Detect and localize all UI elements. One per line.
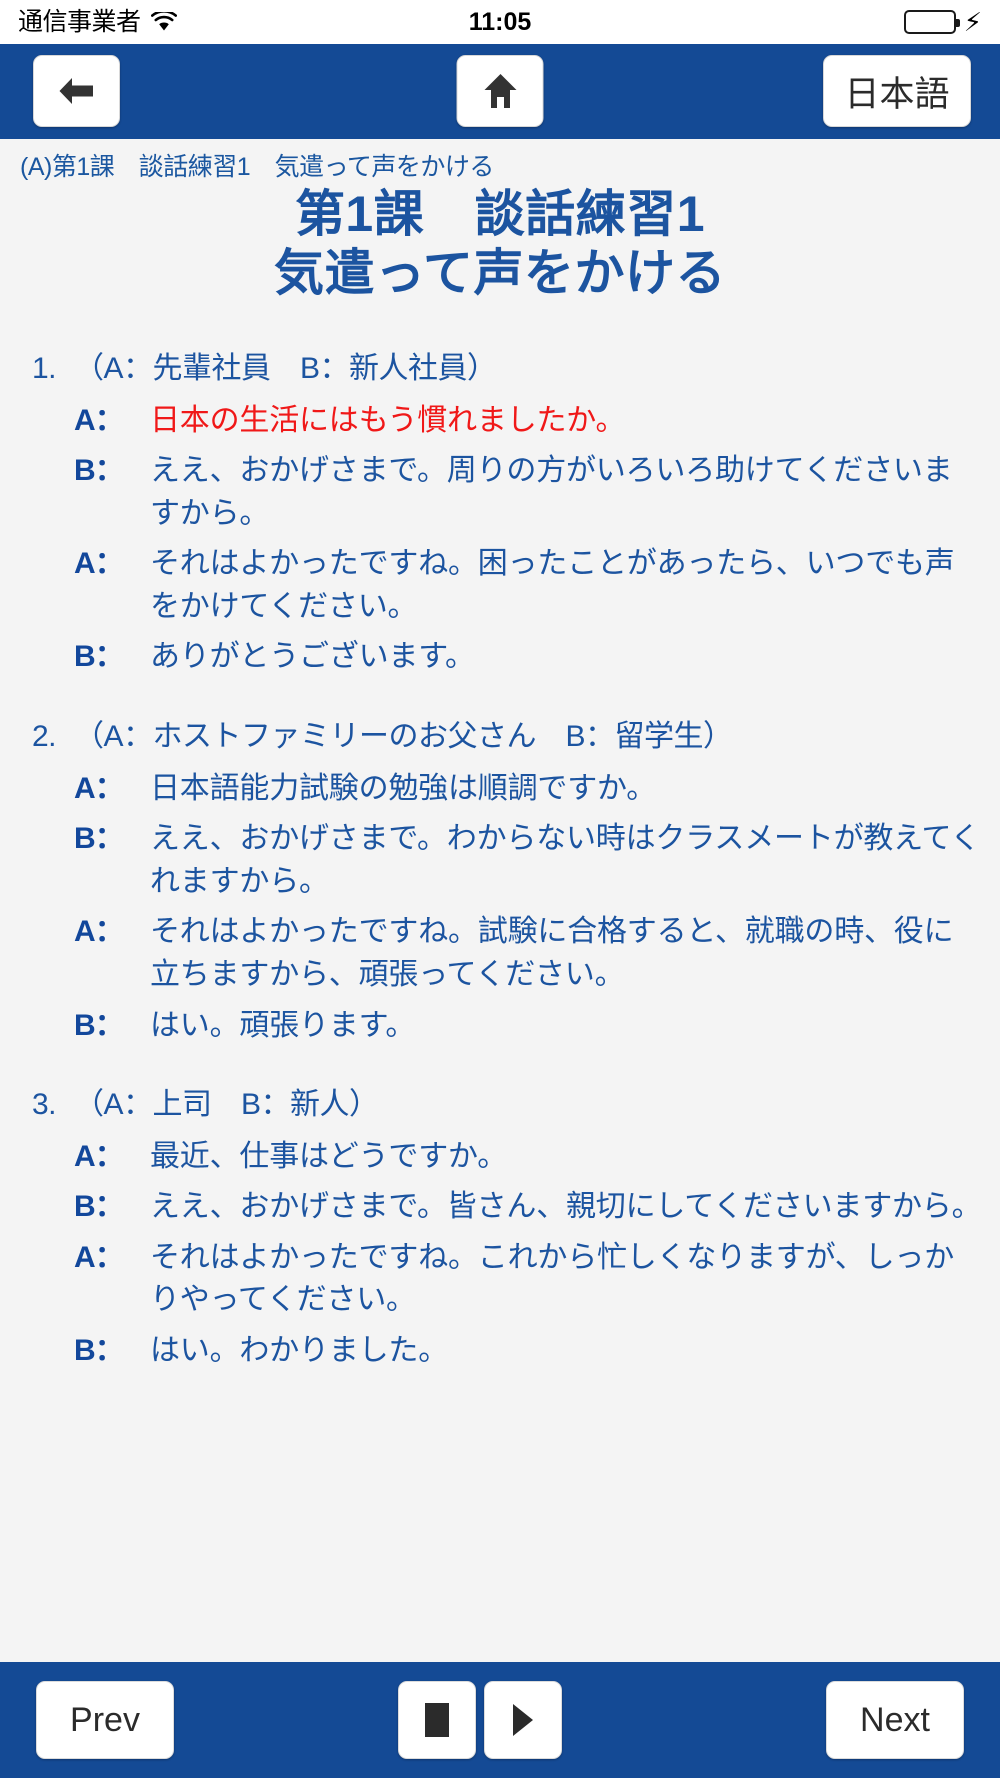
speaker-label: A：: [74, 547, 125, 581]
bottom-toolbar: Prev Next: [0, 1662, 1000, 1778]
speaker-label: A：: [74, 1240, 125, 1274]
dialogue-block: 2. （A：ホストファミリーのお父さん B：留学生） A： 日本語能力試験の勉強…: [32, 717, 982, 1047]
status-bar-left: 通信事業者: [18, 7, 177, 36]
lesson-content: (A)第1課 談話練習1 気遣って声をかける 第1課 談話練習1 気遣って声をか…: [0, 139, 1000, 1662]
line-text: ええ、おかげさまで。皆さん、親切にしてくださいますから。: [150, 1190, 982, 1224]
line-text: ええ、おかげさまで。周りの方がいろいろ助けてくださいますから。: [150, 454, 953, 530]
dialogue-line[interactable]: B： ええ、おかげさまで。わからない時はクラスメートが教えてくれますから。: [32, 818, 982, 903]
home-icon: [483, 73, 517, 109]
dialogue-list: 1. （A：先輩社員 B：新人社員） A： 日本の生活にはもう慣れましたか。 B…: [0, 349, 1000, 1373]
speaker-label: A：: [74, 915, 125, 949]
dialogue-line[interactable]: A： 日本語能力試験の勉強は順調ですか。: [32, 768, 982, 811]
dialogue-line[interactable]: A： それはよかったですね。困ったことがあったら、いつでも声をかけてください。: [32, 543, 982, 628]
carrier-label: 通信事業者: [18, 7, 141, 36]
line-text: ええ、おかげさまで。わからない時はクラスメートが教えてくれますから。: [150, 822, 981, 898]
play-icon: [511, 1703, 535, 1737]
play-button[interactable]: [484, 1681, 562, 1759]
dialogue-roles: （A：上司 B：新人）: [74, 1088, 379, 1122]
dialogue-line[interactable]: A： それはよかったですね。これから忙しくなりますが、しっかりやってください。: [32, 1237, 982, 1322]
line-text: はい。頑張ります。: [150, 1008, 416, 1042]
battery-icon: [903, 10, 960, 34]
speaker-label: B：: [74, 1334, 125, 1367]
line-text: 日本の生活にはもう慣れましたか。: [150, 403, 626, 437]
line-text: それはよかったですね。試験に合格すると、就職の時、役に立ちますから、頑張ってくだ…: [150, 915, 954, 991]
next-button[interactable]: Next: [826, 1681, 964, 1759]
speaker-label: A：: [74, 403, 125, 437]
page-title-line-2: 気遣って声をかける: [274, 245, 726, 301]
app-window: 通信事業者 11:05 ⚡ 日本語 (A)第1課 談話練習1 気遣って声をかける…: [0, 0, 1000, 1778]
dialogue-number: 2.: [32, 720, 57, 754]
line-text: 最近、仕事はどうですか。: [150, 1139, 507, 1173]
line-text: 日本語能力試験の勉強は順調ですか。: [150, 771, 656, 805]
dialogue-number: 3.: [32, 1088, 57, 1122]
page-title-line-1: 第1課 談話練習1: [294, 186, 706, 242]
line-text: それはよかったですね。これから忙しくなりますが、しっかりやってください。: [150, 1240, 954, 1317]
speaker-label: B：: [74, 822, 125, 856]
dialogue-line[interactable]: B： ええ、おかげさまで。周りの方がいろいろ助けてくださいますから。: [32, 450, 982, 535]
back-button[interactable]: [33, 55, 120, 127]
dialogue-number: 1.: [32, 352, 57, 385]
arrow-left-icon: [57, 74, 97, 108]
speaker-label: B：: [74, 1008, 125, 1042]
home-button[interactable]: [456, 55, 544, 127]
language-button[interactable]: 日本語: [823, 55, 971, 127]
dialogue-block: 3. （A：上司 B：新人） A： 最近、仕事はどうですか。 B： ええ、おかげ…: [32, 1085, 982, 1372]
line-text: それはよかったですね。困ったことがあったら、いつでも声をかけてください。: [150, 547, 955, 623]
speaker-label: A：: [74, 771, 125, 805]
dialogue-header: 1. （A：先輩社員 B：新人社員）: [32, 349, 982, 390]
speaker-label: B：: [74, 454, 125, 488]
stop-icon: [425, 1703, 449, 1737]
line-text: ありがとうございます。: [150, 640, 475, 674]
dialogue-line[interactable]: A： それはよかったですね。試験に合格すると、就職の時、役に立ちますから、頑張っ…: [32, 911, 982, 996]
stop-button[interactable]: [398, 1681, 476, 1759]
dialogue-line[interactable]: B： はい。頑張ります。: [32, 1005, 982, 1048]
speaker-label: A：: [74, 1139, 125, 1173]
dialogue-roles: （A：先輩社員 B：新人社員）: [74, 352, 497, 385]
dialogue-line[interactable]: A： 最近、仕事はどうですか。: [32, 1136, 982, 1179]
dialogue-line[interactable]: B： ありがとうございます。: [32, 636, 982, 679]
line-text: はい。わかりました。: [150, 1334, 448, 1367]
dialogue-roles: （A：ホストファミリーのお父さん B：留学生）: [74, 720, 733, 754]
dialogue-line[interactable]: A： 日本の生活にはもう慣れましたか。: [32, 400, 982, 443]
top-navigation-bar: 日本語: [0, 44, 1000, 139]
breadcrumb: (A)第1課 談話練習1 気遣って声をかける: [20, 153, 494, 181]
speaker-label: B：: [74, 640, 125, 674]
dialogue-header: 3. （A：上司 B：新人）: [32, 1085, 982, 1126]
dialogue-block: 1. （A：先輩社員 B：新人社員） A： 日本の生活にはもう慣れましたか。 B…: [32, 349, 982, 679]
speaker-label: B：: [74, 1190, 125, 1224]
lightning-bolt-icon: ⚡: [963, 7, 982, 37]
ios-status-bar: 通信事業者 11:05 ⚡: [0, 0, 1000, 44]
page-title: 第1課 談話練習1 気遣って声をかける: [0, 185, 1000, 303]
prev-button[interactable]: Prev: [36, 1681, 174, 1759]
wifi-icon: [150, 12, 177, 32]
dialogue-header: 2. （A：ホストファミリーのお父さん B：留学生）: [32, 717, 982, 758]
dialogue-line[interactable]: B： はい。わかりました。: [32, 1330, 982, 1373]
status-bar-right: ⚡: [903, 7, 982, 37]
dialogue-line[interactable]: B： ええ、おかげさまで。皆さん、親切にしてくださいますから。: [32, 1186, 982, 1229]
